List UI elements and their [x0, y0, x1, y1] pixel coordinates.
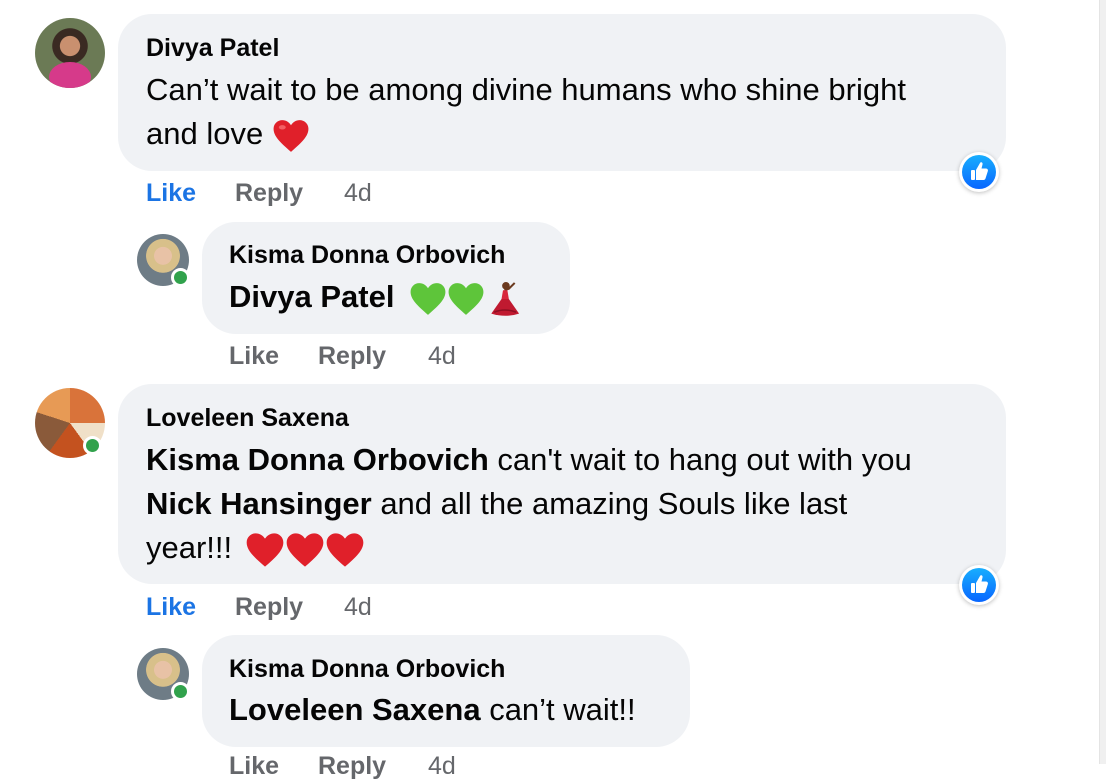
comment-author[interactable]: Loveleen Saxena: [146, 404, 349, 433]
comment-text: Kisma Donna Orbovich can't wait to hang …: [146, 438, 912, 482]
mention-tag[interactable]: Nick Hansinger: [146, 486, 372, 521]
red-heart-emoji: [273, 119, 309, 152]
comment-text-line: can't wait to hang out with you: [488, 442, 912, 477]
red-heart-emoji: [326, 533, 364, 567]
reply-button[interactable]: Reply: [318, 342, 386, 371]
like-button[interactable]: Like: [229, 342, 279, 371]
comment-timestamp[interactable]: 4d: [428, 752, 456, 781]
comment-text: and love: [146, 112, 310, 156]
comment-text: Divya Patel: [229, 275, 521, 319]
comment-timestamp[interactable]: 4d: [344, 179, 372, 208]
comment-author[interactable]: Kisma Donna Orbovich: [229, 655, 505, 684]
avatar[interactable]: [35, 18, 105, 88]
red-heart-emoji: [246, 533, 284, 567]
comment-text-line: and love: [146, 116, 264, 151]
comment-text-line: year!!!: [146, 530, 233, 565]
comment-text-line: and all the amazing Souls like last: [371, 486, 848, 521]
red-heart-emoji: [286, 533, 324, 567]
dancer-emoji: [491, 281, 520, 316]
comment-text: Can’t wait to be among divine humans who…: [146, 68, 906, 112]
scrollbar[interactable]: [1099, 0, 1106, 764]
reply-button[interactable]: Reply: [235, 179, 303, 208]
like-reaction-badge[interactable]: [959, 152, 999, 192]
avatar[interactable]: [35, 388, 105, 458]
avatar[interactable]: [137, 234, 190, 287]
online-status-indicator: [171, 682, 190, 701]
thumbs-up-icon: [971, 575, 988, 593]
online-status-indicator: [171, 268, 190, 287]
comment-text: Nick Hansinger and all the amazing Souls…: [146, 482, 847, 526]
thumbs-up-icon: [971, 162, 988, 180]
comment-text-line: Can’t wait to be among divine humans who…: [146, 72, 906, 107]
comment-timestamp[interactable]: 4d: [344, 593, 372, 622]
avatar[interactable]: [137, 648, 190, 701]
comment-text: Loveleen Saxena can’t wait!!: [229, 688, 636, 732]
reply-button[interactable]: Reply: [318, 752, 386, 781]
mention-tag[interactable]: Divya Patel: [229, 279, 394, 314]
mention-tag[interactable]: Kisma Donna Orbovich: [146, 442, 489, 477]
mention-tag[interactable]: Loveleen Saxena: [229, 692, 481, 727]
online-status-indicator: [83, 436, 102, 455]
like-button[interactable]: Like: [146, 593, 196, 622]
comment-author[interactable]: Divya Patel: [146, 34, 279, 63]
like-reaction-badge[interactable]: [959, 565, 999, 605]
comment-text: year!!!: [146, 526, 365, 570]
reply-button[interactable]: Reply: [235, 593, 303, 622]
green-heart-emoji: [448, 282, 484, 315]
comment-author[interactable]: Kisma Donna Orbovich: [229, 241, 505, 270]
comment-timestamp[interactable]: 4d: [428, 342, 456, 371]
green-heart-emoji: [410, 282, 446, 315]
comment-text-line: can’t wait!!: [480, 692, 636, 727]
like-button[interactable]: Like: [229, 752, 279, 781]
like-button[interactable]: Like: [146, 179, 196, 208]
